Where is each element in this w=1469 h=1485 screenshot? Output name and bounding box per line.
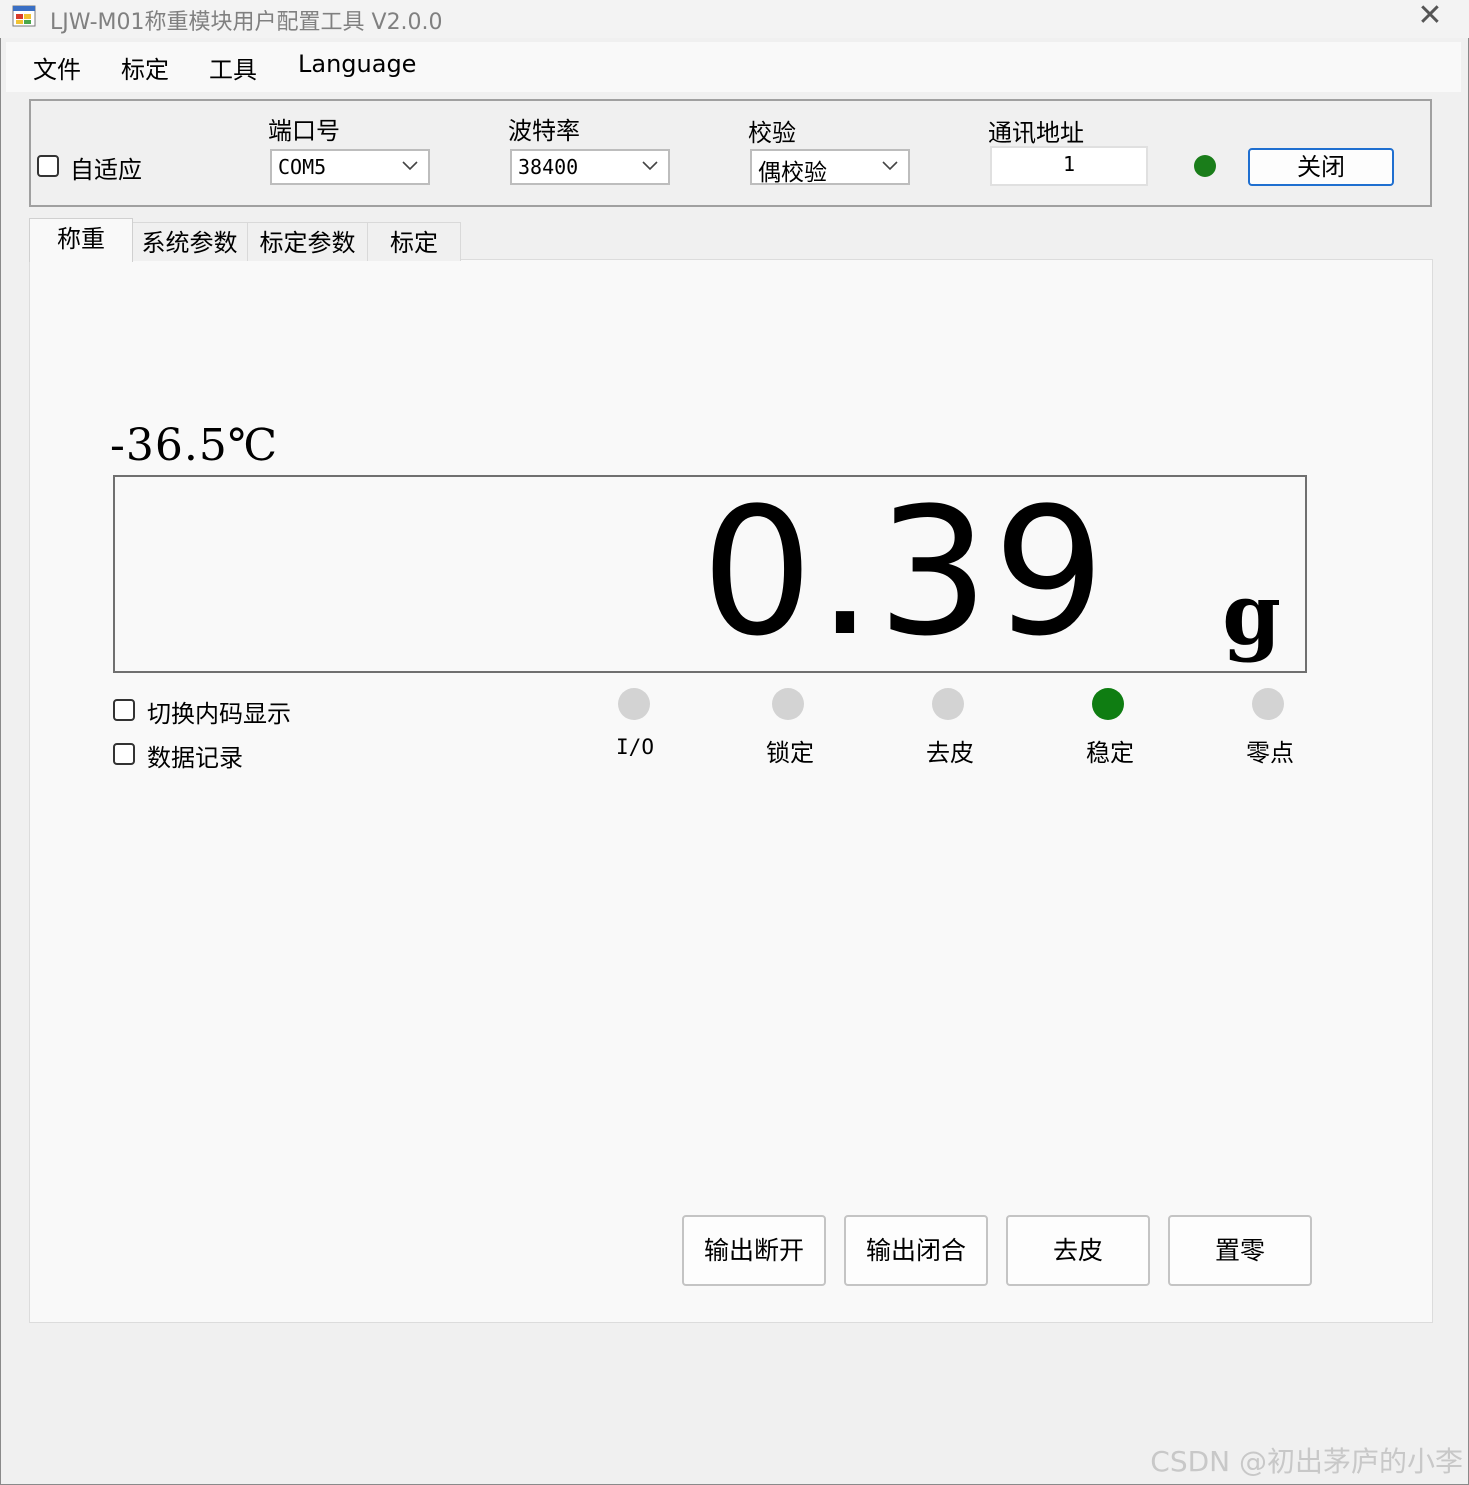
data-record-label: 数据记录 — [147, 744, 243, 772]
lock-indicator-label: 锁定 — [766, 739, 814, 767]
zero-button[interactable]: 置零 — [1168, 1215, 1312, 1286]
tab-system-params[interactable]: 系统参数 — [131, 222, 248, 261]
watermark: CSDN @初出茅庐的小李 — [1150, 1445, 1463, 1478]
switch-internal-code-checkbox[interactable] — [113, 699, 135, 721]
chevron-down-icon — [402, 161, 418, 171]
port-value: COM5 — [278, 155, 327, 179]
menu-calibrate[interactable]: 标定 — [121, 50, 169, 85]
weight-display: 0.39 g — [113, 470, 1307, 675]
tare-indicator-label: 去皮 — [926, 739, 974, 767]
auto-adapt-label: 自适应 — [70, 156, 142, 184]
address-label: 通讯地址 — [988, 119, 1084, 147]
window-close-icon[interactable]: ✕ — [1412, 0, 1448, 34]
port-select[interactable]: COM5 — [270, 149, 430, 185]
weight-unit: g — [1222, 565, 1281, 664]
switch-internal-code-label: 切换内码显示 — [147, 700, 291, 728]
lock-indicator-led — [772, 688, 804, 720]
close-port-button[interactable]: 关闭 — [1248, 148, 1394, 186]
port-label: 端口号 — [268, 117, 340, 145]
parity-select[interactable]: 偶校验 — [750, 149, 910, 186]
zero-indicator-led — [1252, 688, 1284, 720]
output-open-button[interactable]: 输出断开 — [682, 1215, 826, 1286]
weight-value: 0.39 — [701, 470, 1109, 675]
data-record-checkbox[interactable] — [113, 743, 135, 765]
io-indicator-led — [618, 688, 650, 720]
window-title: LJW-M01称重模块用户配置工具 V2.0.0 — [50, 10, 443, 35]
stable-indicator-label: 稳定 — [1086, 739, 1134, 767]
stable-indicator-led — [1092, 688, 1124, 720]
parity-value: 偶校验 — [758, 160, 827, 186]
tare-button[interactable]: 去皮 — [1006, 1215, 1150, 1286]
temperature-readout: -36.5℃ — [110, 420, 279, 471]
tab-panel-weighing — [29, 259, 1433, 1323]
auto-adapt-checkbox[interactable] — [37, 155, 59, 177]
connection-status-led — [1194, 155, 1216, 177]
app-icon — [12, 5, 36, 27]
tab-calibration-params[interactable]: 标定参数 — [247, 222, 368, 261]
io-indicator-label: I/O — [616, 735, 654, 759]
chevron-down-icon — [882, 161, 898, 171]
menu-file[interactable]: 文件 — [33, 50, 81, 85]
parity-label: 校验 — [748, 119, 796, 147]
output-close-button[interactable]: 输出闭合 — [844, 1215, 988, 1286]
baud-value: 38400 — [518, 155, 579, 179]
baud-select[interactable]: 38400 — [510, 149, 670, 185]
tab-weighing[interactable]: 称重 — [29, 218, 133, 262]
chevron-down-icon — [642, 161, 658, 171]
address-value: 1 — [1062, 152, 1076, 176]
menu-language[interactable]: Language — [298, 50, 416, 78]
connection-settings-group — [29, 99, 1432, 207]
tare-indicator-led — [932, 688, 964, 720]
tab-calibration[interactable]: 标定 — [367, 222, 461, 261]
menu-tools[interactable]: 工具 — [209, 50, 257, 85]
baud-label: 波特率 — [508, 117, 580, 145]
zero-indicator-label: 零点 — [1246, 739, 1294, 767]
address-input[interactable]: 1 — [990, 146, 1148, 186]
